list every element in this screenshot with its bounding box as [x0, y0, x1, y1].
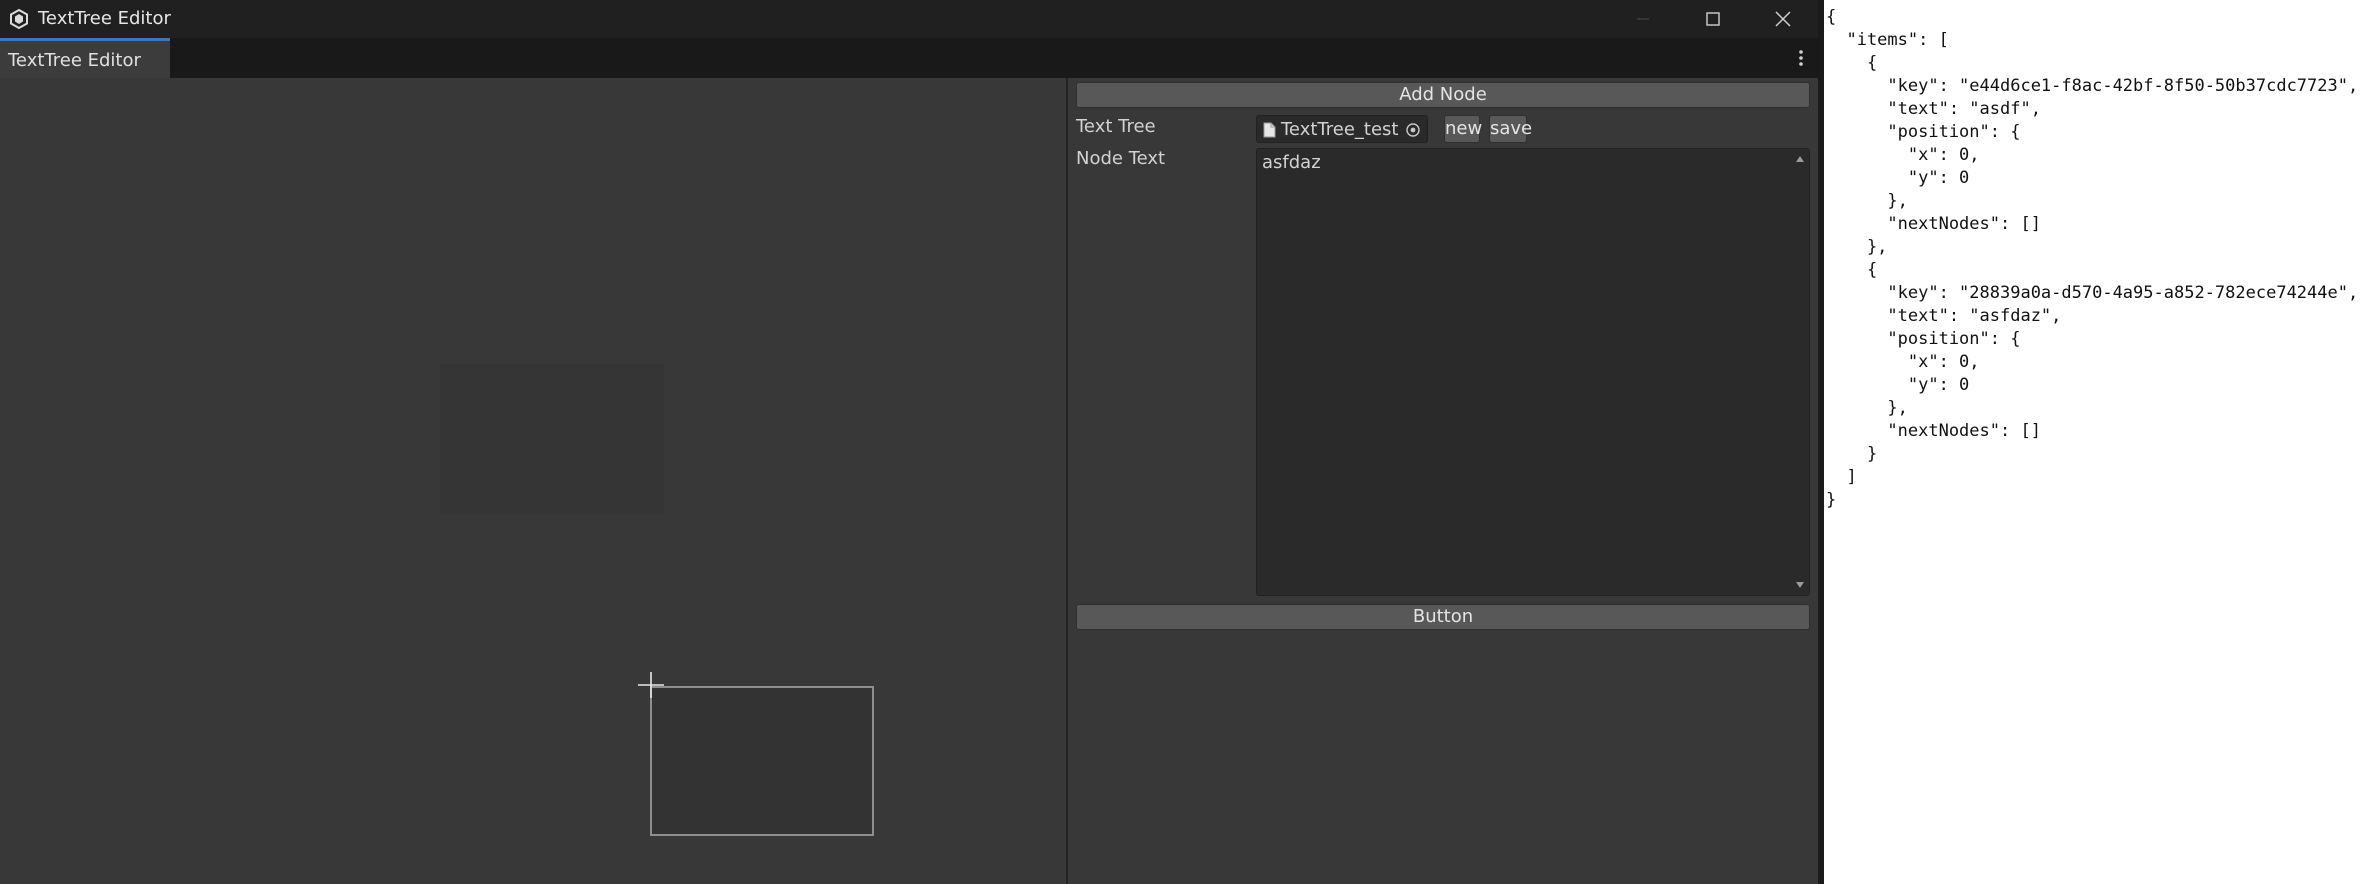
text-tree-value: TextTree_test	[1281, 119, 1399, 140]
json-line: "position": {	[1826, 329, 2021, 349]
json-line: ]	[1826, 467, 1857, 487]
unity-logo-icon	[10, 8, 28, 30]
save-button[interactable]: save	[1489, 115, 1532, 143]
node-text-field[interactable]: asfdaz	[1256, 148, 1810, 596]
maximize-button[interactable]	[1678, 0, 1748, 38]
new-button[interactable]: new	[1444, 115, 1482, 143]
json-line: }	[1826, 444, 1878, 464]
text-tree-object-field[interactable]: TextTree_test	[1256, 115, 1428, 143]
tab-label: TextTree Editor	[8, 50, 141, 71]
json-line: "y": 0	[1826, 168, 1970, 188]
json-line: "text": "asfdaz",	[1826, 306, 2062, 326]
json-preview-panel: { "items": [ { "key": "e44d6ce1-f8ac-42b…	[1818, 0, 2368, 884]
add-node-button[interactable]: Add Node	[1076, 82, 1810, 108]
json-line: "x": 0,	[1826, 145, 1980, 165]
json-line: },	[1826, 191, 1908, 211]
json-line: }	[1826, 490, 1837, 510]
node-text-label: Node Text	[1076, 148, 1166, 169]
json-line: {	[1826, 260, 1878, 280]
json-line: "items": [	[1826, 30, 1949, 50]
json-line: },	[1826, 398, 1908, 418]
tab-texttree-editor[interactable]: TextTree Editor	[0, 38, 170, 78]
panel-divider	[1818, 0, 1824, 884]
node-graph-canvas[interactable]	[0, 78, 1066, 884]
json-line: "key": "e44d6ce1-f8ac-42bf-8f50-50b37cdc…	[1826, 76, 2359, 96]
graph-node-selected[interactable]	[650, 686, 874, 836]
json-line: "x": 0,	[1826, 352, 1980, 372]
crosshair-cursor-icon	[638, 672, 664, 698]
tab-bar: TextTree Editor	[0, 38, 1818, 78]
maximize-icon	[1706, 12, 1720, 26]
object-picker-icon[interactable]	[1405, 122, 1421, 138]
node-text-value: asfdaz	[1262, 152, 1321, 173]
graph-node[interactable]	[440, 364, 664, 514]
title-bar: TextTree Editor	[0, 0, 1818, 38]
json-line: },	[1826, 237, 1888, 257]
json-line: "nextNodes": []	[1826, 421, 2041, 441]
json-line: "position": {	[1826, 122, 2021, 142]
json-line: "text": "asdf",	[1826, 99, 2041, 119]
minimize-icon	[1637, 18, 1649, 20]
json-line: "y": 0	[1826, 375, 1970, 395]
generic-button[interactable]: Button	[1076, 604, 1810, 630]
text-tree-label: Text Tree	[1076, 116, 1156, 137]
close-button[interactable]	[1748, 0, 1818, 38]
scroll-down-icon[interactable]	[1795, 581, 1805, 589]
kebab-menu-icon[interactable]	[1798, 48, 1804, 68]
minimize-button[interactable]	[1608, 0, 1678, 38]
json-line: "key": "28839a0a-d570-4a95-a852-782ece74…	[1826, 283, 2359, 303]
scroll-up-icon[interactable]	[1795, 155, 1805, 163]
json-line: {	[1826, 7, 1837, 27]
json-text: { "items": [ { "key": "e44d6ce1-f8ac-42b…	[1826, 6, 2358, 512]
close-icon	[1775, 11, 1791, 27]
document-icon	[1263, 122, 1276, 138]
json-line: "nextNodes": []	[1826, 214, 2041, 234]
window-title: TextTree Editor	[38, 8, 171, 29]
json-line: {	[1826, 53, 1878, 73]
inspector-panel: Add Node Text Tree TextTree_test new sav…	[1068, 78, 1818, 884]
editor-window: TextTree Editor TextTree Editor Add Node…	[0, 0, 1818, 884]
